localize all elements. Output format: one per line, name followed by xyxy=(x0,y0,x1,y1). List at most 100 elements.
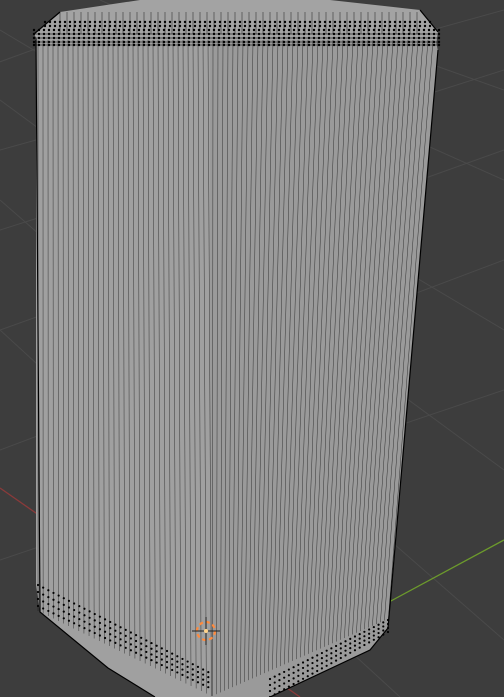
mesh-vertex[interactable] xyxy=(337,28,341,32)
mesh-vertex[interactable] xyxy=(232,28,236,32)
mesh-vertex[interactable] xyxy=(320,651,324,655)
mesh-vertex[interactable] xyxy=(193,20,197,24)
mesh-vertex[interactable] xyxy=(109,633,112,636)
mesh-vertex[interactable] xyxy=(372,43,376,47)
mesh-vertex[interactable] xyxy=(88,610,91,613)
mesh-vertex[interactable] xyxy=(347,32,351,36)
mesh-vertex[interactable] xyxy=(437,43,441,47)
mesh-vertex[interactable] xyxy=(301,661,305,664)
mesh-vertex[interactable] xyxy=(417,32,421,36)
mesh-vertex[interactable] xyxy=(233,24,237,28)
mesh-vertex[interactable] xyxy=(301,666,305,670)
mesh-vertex[interactable] xyxy=(162,36,166,40)
mesh-vertex[interactable] xyxy=(134,651,138,654)
mesh-vertex[interactable] xyxy=(277,32,281,36)
mesh-vertex[interactable] xyxy=(278,24,282,28)
mesh-vertex[interactable] xyxy=(397,28,401,32)
mesh-vertex[interactable] xyxy=(358,20,362,24)
mesh-vertex[interactable] xyxy=(68,24,72,28)
mesh-vertex[interactable] xyxy=(102,40,106,44)
mesh-vertex[interactable] xyxy=(188,20,192,24)
mesh-vertex[interactable] xyxy=(327,36,331,40)
mesh-vertex[interactable] xyxy=(397,36,401,40)
mesh-vertex[interactable] xyxy=(98,20,102,24)
mesh-vertex[interactable] xyxy=(57,614,60,617)
mesh-vertex[interactable] xyxy=(308,20,312,24)
mesh-vertex[interactable] xyxy=(202,32,206,36)
mesh-vertex[interactable] xyxy=(353,649,357,652)
mesh-vertex[interactable] xyxy=(107,40,111,44)
mesh-vertex[interactable] xyxy=(417,43,421,47)
mesh-vertex[interactable] xyxy=(352,43,356,47)
mesh-vertex[interactable] xyxy=(368,628,371,631)
mesh-vertex[interactable] xyxy=(387,36,391,40)
mesh-vertex[interactable] xyxy=(114,635,117,638)
mesh-vertex[interactable] xyxy=(47,596,50,599)
mesh-vertex[interactable] xyxy=(292,28,296,32)
mesh-vertex[interactable] xyxy=(117,36,121,40)
mesh-vertex[interactable] xyxy=(358,642,361,645)
mesh-vertex[interactable] xyxy=(342,36,346,40)
mesh-vertex[interactable] xyxy=(178,24,182,28)
mesh-vertex[interactable] xyxy=(282,36,286,40)
mesh-vertex[interactable] xyxy=(82,36,86,40)
mesh-vertex[interactable] xyxy=(222,32,226,36)
mesh-vertex[interactable] xyxy=(128,24,132,28)
mesh-vertex[interactable] xyxy=(223,20,227,24)
mesh-vertex[interactable] xyxy=(257,36,261,40)
mesh-vertex[interactable] xyxy=(63,24,67,28)
mesh-vertex[interactable] xyxy=(92,28,96,32)
mesh-vertex[interactable] xyxy=(382,32,386,36)
mesh-vertex[interactable] xyxy=(192,28,196,32)
mesh-vertex[interactable] xyxy=(176,655,179,658)
mesh-vertex[interactable] xyxy=(325,654,328,657)
mesh-vertex[interactable] xyxy=(197,43,201,47)
mesh-vertex[interactable] xyxy=(368,641,371,644)
mesh-vertex[interactable] xyxy=(297,669,300,672)
mesh-vertex[interactable] xyxy=(197,40,201,44)
mesh-vertex[interactable] xyxy=(57,36,61,40)
mesh-vertex[interactable] xyxy=(328,24,332,28)
mesh-vertex[interactable] xyxy=(306,659,309,662)
mesh-vertex[interactable] xyxy=(258,24,262,28)
mesh-vertex[interactable] xyxy=(378,24,382,28)
mesh-object[interactable] xyxy=(32,0,441,697)
mesh-vertex[interactable] xyxy=(277,28,281,32)
mesh-vertex[interactable] xyxy=(383,24,387,28)
mesh-vertex[interactable] xyxy=(334,644,338,648)
mesh-vertex[interactable] xyxy=(107,36,111,40)
mesh-vertex[interactable] xyxy=(140,642,143,645)
mesh-vertex[interactable] xyxy=(412,28,416,32)
mesh-vertex[interactable] xyxy=(47,40,51,44)
mesh-vertex[interactable] xyxy=(382,621,385,624)
mesh-vertex[interactable] xyxy=(93,631,96,635)
mesh-vertex[interactable] xyxy=(124,640,127,643)
mesh-vertex[interactable] xyxy=(339,652,342,655)
mesh-vertex[interactable] xyxy=(36,604,40,608)
mesh-vertex[interactable] xyxy=(191,668,194,671)
mesh-vertex[interactable] xyxy=(272,36,276,40)
mesh-vertex[interactable] xyxy=(57,43,61,47)
mesh-vertex[interactable] xyxy=(78,24,82,28)
mesh-vertex[interactable] xyxy=(287,28,291,32)
mesh-vertex[interactable] xyxy=(67,613,71,616)
mesh-vertex[interactable] xyxy=(312,32,316,36)
mesh-vertex[interactable] xyxy=(202,43,206,47)
mesh-vertex[interactable] xyxy=(187,43,191,47)
mesh-vertex[interactable] xyxy=(247,32,251,36)
mesh-vertex[interactable] xyxy=(382,625,385,628)
mesh-vertex[interactable] xyxy=(187,36,191,40)
mesh-vertex[interactable] xyxy=(83,620,86,623)
mesh-vertex[interactable] xyxy=(427,32,431,36)
mesh-vertex[interactable] xyxy=(77,28,81,32)
mesh-vertex[interactable] xyxy=(273,687,276,690)
mesh-vertex[interactable] xyxy=(427,40,431,44)
mesh-vertex[interactable] xyxy=(88,629,91,632)
mesh-vertex[interactable] xyxy=(253,20,257,24)
mesh-vertex[interactable] xyxy=(172,43,176,47)
mesh-vertex[interactable] xyxy=(73,20,77,24)
mesh-vertex[interactable] xyxy=(344,654,347,657)
mesh-vertex[interactable] xyxy=(402,40,406,44)
mesh-vertex[interactable] xyxy=(387,28,391,32)
mesh-vertex[interactable] xyxy=(332,28,336,32)
